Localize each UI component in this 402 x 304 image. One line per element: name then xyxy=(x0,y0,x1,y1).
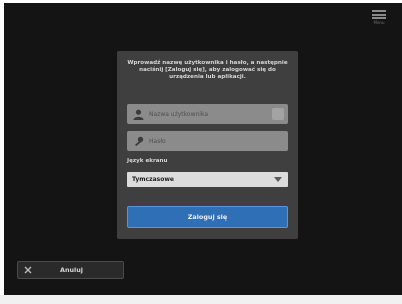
chevron-down-icon xyxy=(274,177,282,182)
key-icon xyxy=(130,131,146,151)
password-field[interactable] xyxy=(127,131,288,151)
login-button[interactable]: Zaloguj się xyxy=(127,206,288,228)
login-panel: Wprowadź nazwę użytkownika i hasło, a na… xyxy=(117,51,298,239)
menu-icon xyxy=(372,10,386,19)
menu-caption: Menu xyxy=(373,20,385,25)
language-value: Tymczasowe xyxy=(132,176,174,183)
password-input[interactable] xyxy=(146,137,249,145)
cancel-label: Anuluj xyxy=(60,266,83,274)
username-dropdown-button[interactable] xyxy=(272,108,284,120)
cancel-button[interactable]: Anuluj xyxy=(17,261,124,279)
bottom-strip xyxy=(0,295,402,304)
device-screen: Menu Wprowadź nazwę użytkownika i hasło,… xyxy=(4,3,402,295)
username-field[interactable] xyxy=(127,104,288,124)
language-select[interactable]: Tymczasowe xyxy=(127,172,288,187)
close-icon xyxy=(18,261,38,279)
language-label: Język ekranu xyxy=(127,158,168,164)
username-input[interactable] xyxy=(146,110,249,118)
user-icon xyxy=(130,104,146,124)
menu-button[interactable]: Menu xyxy=(368,8,390,30)
login-instructions: Wprowadź nazwę użytkownika i hasło, a na… xyxy=(127,60,288,81)
